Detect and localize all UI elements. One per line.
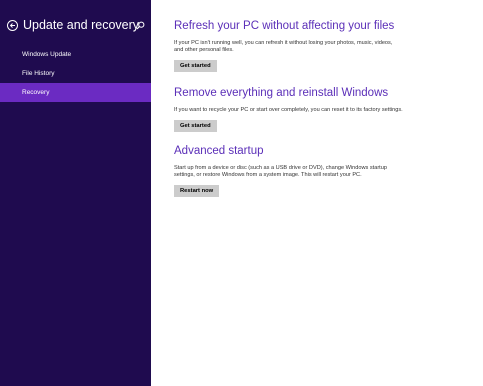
refresh-section: Refresh your PC without affecting your f… [174,19,414,73]
reset-section: Remove everything and reinstall Windows … [174,86,414,133]
sidebar-item-windows-update[interactable]: Windows Update [0,45,151,64]
section-title: Advanced startup [174,145,264,157]
section-title: Refresh your PC without affecting your f… [174,20,395,32]
section-title: Remove everything and reinstall Windows [174,87,389,99]
advanced-startup-section: Advanced startup Start up from a device … [174,144,414,198]
back-arrow-icon[interactable] [7,20,18,31]
section-description: If you want to recycle your PC or start … [174,107,403,113]
settings-window: Update and recovery Windows Update File … [0,0,483,386]
sidebar-header: Update and recovery [0,0,151,40]
section-description: Start up from a device or disc (such as … [174,165,387,179]
restart-now-button[interactable]: Restart now [174,185,220,198]
reset-get-started-button[interactable]: Get started [174,120,217,133]
sidebar-item-recovery[interactable]: Recovery [0,83,151,102]
sidebar: Update and recovery Windows Update File … [0,0,151,386]
sidebar-item-file-history[interactable]: File History [0,64,151,83]
refresh-get-started-button[interactable]: Get started [174,60,217,73]
section-description: If your PC isn't running well, you can r… [174,40,393,54]
main-content: Refresh your PC without affecting your f… [151,0,483,386]
search-icon[interactable] [136,21,145,30]
page-title: Update and recovery [23,18,140,32]
